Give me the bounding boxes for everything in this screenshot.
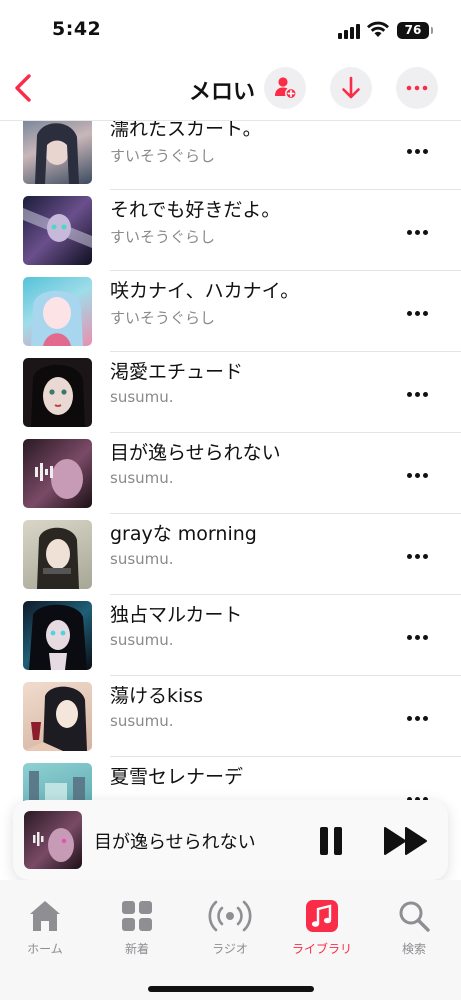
status-bar: 5:42 76 [0,0,461,60]
song-row[interactable]: 咲カナイ、ハカナイ。 すいそうぐらし [0,271,461,352]
song-title: それでも好きだよ。 [110,199,281,221]
more-options-button[interactable] [396,67,438,109]
song-title: 独占マルカート [110,604,243,626]
song-more-button[interactable] [405,467,433,483]
tab-home-label: ホーム [27,942,63,956]
tab-new[interactable]: 新着 [97,898,177,958]
fast-forward-icon[interactable] [383,825,429,857]
song-artist: すいそうぐらし [110,309,216,327]
song-more-button[interactable] [405,305,433,321]
ellipsis-icon [406,85,428,91]
song-artist: susumu. [110,469,174,487]
song-title: 蕩けるkiss [110,685,204,707]
song-row[interactable]: 蕩けるkiss susumu. [0,676,461,757]
album-artwork [23,601,92,670]
album-artwork [23,277,92,346]
song-title: 目が逸らせられない [110,442,281,464]
album-artwork [23,358,92,427]
album-artwork [23,682,92,751]
song-row[interactable]: 目が逸らせられない susumu. [0,433,461,514]
mini-player[interactable]: 目が逸らせられない [13,800,448,880]
cellular-signal-icon [338,24,360,39]
tab-library-label: ライブラリ [291,942,352,956]
song-title: 咲カナイ、ハカナイ。 [110,280,300,302]
song-more-button[interactable] [405,224,433,240]
tab-home[interactable]: ホーム [5,898,85,958]
song-more-button[interactable] [405,548,433,564]
download-arrow-icon [342,76,360,99]
song-row[interactable]: 独占マルカート susumu. [0,595,461,676]
tab-bar: ホーム 新着 ラジオ ライブラリ 検索 [0,880,461,1000]
battery-cap [431,27,433,34]
song-title: grayな morning [110,523,257,545]
tab-search[interactable]: 検索 [374,898,454,958]
magnifier-icon [399,901,430,932]
download-button[interactable] [330,67,372,109]
pause-icon [320,827,328,855]
tab-radio-label: ラジオ [212,942,248,956]
music-library-icon [306,900,338,932]
song-row[interactable]: 渇愛エチュード susumu. [0,352,461,433]
tab-library[interactable]: ライブラリ [282,898,362,958]
pause-button[interactable] [317,825,345,857]
song-artist: susumu. [110,631,174,649]
playlist-header: メロい [0,60,461,120]
song-artist: susumu. [110,388,174,406]
song-more-button[interactable] [405,629,433,645]
home-indicator[interactable] [148,986,314,992]
song-row[interactable]: 濡れたスカート。 すいそうぐらし [0,121,461,190]
wifi-icon [367,21,389,37]
album-artwork [23,520,92,589]
song-artist: すいそうぐらし [110,147,216,165]
song-artist: susumu. [110,550,174,568]
add-collaborator-button[interactable] [264,67,306,109]
playlist-title: メロい [189,80,256,105]
now-playing-title: 目が逸らせられない [94,832,256,853]
person-add-icon [275,77,297,100]
grid-icon [122,901,152,931]
album-artwork [23,439,92,508]
now-playing-artwork [24,811,82,869]
song-artist: すいそうぐらし [110,228,216,246]
song-more-button[interactable] [405,143,433,159]
song-row[interactable]: それでも好きだよ。 すいそうぐらし [0,190,461,271]
song-row[interactable]: grayな morning susumu. [0,514,461,595]
status-time: 5:42 [52,18,102,40]
album-artwork [23,121,92,184]
tab-new-label: 新着 [124,942,149,956]
house-icon [30,901,60,931]
song-title: 渇愛エチュード [110,361,244,383]
song-list[interactable]: 濡れたスカート。 すいそうぐらし それでも好きだよ。 すいそうぐらし 咲カナイ、… [0,121,461,821]
song-more-button[interactable] [405,710,433,726]
battery-level: 76 [397,22,429,39]
radio-waves-icon [208,900,252,932]
tab-search-label: 検索 [401,942,426,956]
tab-radio[interactable]: ラジオ [190,898,270,958]
album-artwork [23,196,92,265]
song-more-button[interactable] [405,386,433,402]
song-title: 濡れたスカート。 [110,121,262,140]
song-artist: susumu. [110,712,174,730]
back-chevron-icon[interactable] [10,70,38,106]
song-title: 夏雪セレナーデ [110,766,244,788]
